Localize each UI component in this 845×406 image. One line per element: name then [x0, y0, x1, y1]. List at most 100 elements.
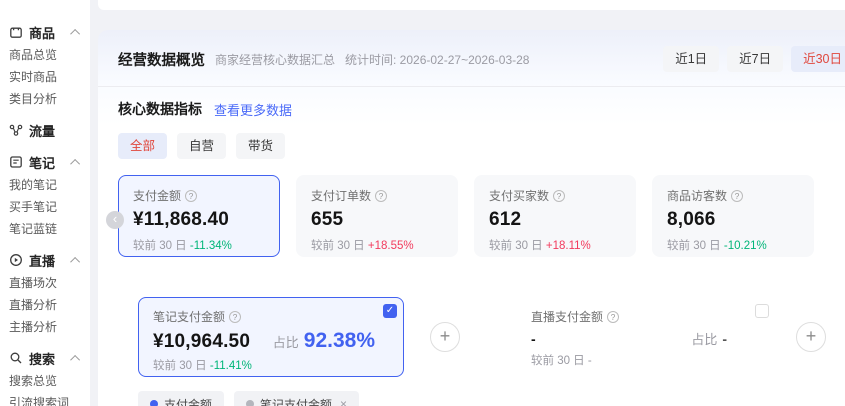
notes-icon — [9, 155, 24, 170]
collapse-icon[interactable] — [70, 28, 80, 38]
metric-label: 支付买家数 — [489, 187, 549, 204]
legend-chip-payment-amount[interactable]: 支付金额 — [138, 391, 224, 406]
sidebar-item-category-analysis[interactable]: 类目分析 — [9, 88, 90, 110]
metric-value: ¥10,964.50 — [153, 331, 250, 353]
help-icon[interactable]: ? — [553, 190, 565, 202]
sidebar-section-live[interactable]: 直播 — [9, 248, 90, 272]
sidebar-item-live-sessions[interactable]: 直播场次 — [9, 272, 90, 294]
compare-label: 较前 30 日 — [531, 355, 585, 367]
checkbox-unchecked[interactable] — [755, 304, 769, 318]
tab-affiliate[interactable]: 带货 — [236, 133, 285, 159]
sidebar-item-realtime-goods[interactable]: 实时商品 — [9, 66, 90, 88]
add-metric-button[interactable]: + — [796, 322, 826, 352]
delta-value: +18.55% — [368, 240, 414, 252]
scope-tabs: 全部 自营 带货 — [118, 133, 845, 159]
overview-panel: 经营数据概览 商家经营核心数据汇总 统计时间: 2026-02-27~2026-… — [98, 30, 845, 406]
live-icon — [9, 253, 24, 268]
tab-all[interactable]: 全部 — [118, 133, 167, 159]
search-section-icon — [9, 351, 24, 366]
help-icon[interactable]: ? — [229, 311, 241, 323]
metric-value: ¥11,868.40 — [133, 209, 265, 231]
page-title: 经营数据概览 — [118, 49, 205, 70]
stat-time: 统计时间: 2026-02-27~2026-03-28 — [345, 51, 529, 68]
metric-value: 8,066 — [667, 209, 799, 231]
sidebar-item-my-notes[interactable]: 我的笔记 — [9, 174, 90, 196]
compare-label: 较前 30 日 — [153, 360, 207, 372]
sidebar-item-live-analysis[interactable]: 直播分析 — [9, 294, 90, 316]
more-data-link[interactable]: 查看更多数据 — [214, 100, 292, 119]
range-30d-button[interactable]: 近30日 — [791, 46, 845, 72]
tab-self-operated[interactable]: 自营 — [177, 133, 226, 159]
delta-value: -11.34% — [190, 240, 232, 252]
sidebar-section-label: 搜索 — [29, 349, 55, 368]
breakdown-row: ✓ 笔记支付金额? ¥10,964.50 占比 92.38% 较前 30 日 -… — [138, 297, 845, 377]
compare-label: 较前 30 日 — [489, 240, 543, 252]
metric-card-order-count[interactable]: 支付订单数? 655 较前 30 日 +18.55% — [296, 175, 458, 257]
sidebar-item-buyer-notes[interactable]: 买手笔记 — [9, 196, 90, 218]
metric-value: - — [531, 331, 536, 347]
traffic-icon — [9, 123, 24, 138]
goods-icon — [9, 25, 24, 40]
sidebar-section-traffic[interactable]: 流量 — [9, 118, 90, 142]
ratio-value: 92.38% — [304, 329, 375, 353]
delta-value: +18.11% — [546, 240, 591, 252]
ratio-value: - — [722, 331, 727, 347]
section-title: 核心数据指标 — [118, 99, 202, 119]
date-range-group: 近1日 近7日 近30日 — [663, 46, 845, 72]
sidebar-section-notes[interactable]: 笔记 — [9, 150, 90, 174]
help-icon[interactable]: ? — [375, 190, 387, 202]
sidebar-section-label: 笔记 — [29, 153, 55, 172]
sidebar-section-label: 流量 — [29, 121, 55, 140]
merchant-dashboard: 商品 商品总览 实时商品 类目分析 流量 笔记 我的笔记 买手笔记 笔记蓝链 直… — [0, 0, 845, 406]
metric-label: 笔记支付金额 — [153, 308, 225, 325]
panel-header: 经营数据概览 商家经营核心数据汇总 统计时间: 2026-02-27~2026-… — [98, 30, 845, 73]
metric-card-payment-amount[interactable]: 支付金额? ¥11,868.40 较前 30 日 -11.34% — [118, 175, 280, 257]
sidebar-item-search-keywords[interactable]: 引流搜索词 — [9, 392, 90, 406]
help-icon[interactable]: ? — [731, 190, 743, 202]
range-1d-button[interactable]: 近1日 — [663, 46, 719, 72]
sidebar-section-label: 商品 — [29, 23, 55, 42]
legend-dot-blue — [150, 400, 158, 406]
metric-label: 直播支付金额 — [531, 308, 603, 325]
compare-label: 较前 30 日 — [133, 240, 187, 252]
checkbox-checked[interactable]: ✓ — [383, 304, 397, 318]
sidebar-item-goods-overview[interactable]: 商品总览 — [9, 44, 90, 66]
sidebar-item-search-overview[interactable]: 搜索总览 — [9, 370, 90, 392]
sidebar-item-note-links[interactable]: 笔记蓝链 — [9, 218, 90, 240]
collapse-icon[interactable] — [70, 158, 80, 168]
close-icon[interactable]: × — [340, 397, 347, 406]
divider — [98, 86, 845, 87]
metric-cards-row: ‹ 支付金额? ¥11,868.40 较前 30 日 -11.34% 支付订单数… — [118, 175, 845, 257]
collapse-icon[interactable] — [70, 354, 80, 364]
metric-value: 655 — [311, 209, 443, 231]
legend-dot-gray — [246, 400, 254, 406]
sidebar-section-goods[interactable]: 商品 — [9, 20, 90, 44]
range-7d-button[interactable]: 近7日 — [727, 46, 783, 72]
compare-label: 较前 30 日 — [667, 240, 721, 252]
chart-legend: 支付金额 笔记支付金额 × — [138, 391, 845, 406]
main-area: 经营数据概览 商家经营核心数据汇总 统计时间: 2026-02-27~2026-… — [90, 0, 845, 406]
help-icon[interactable]: ? — [185, 190, 197, 202]
legend-label: 支付金额 — [164, 396, 212, 406]
metric-card-visitor-count[interactable]: 商品访客数? 8,066 较前 30 日 -10.21% — [652, 175, 814, 257]
chevron-left-icon: ‹ — [113, 211, 117, 226]
core-indicators-header: 核心数据指标 查看更多数据 — [118, 99, 845, 119]
collapse-icon[interactable] — [70, 256, 80, 266]
sidebar-section-label: 直播 — [29, 251, 55, 270]
ratio-label: 占比 — [691, 329, 717, 348]
metric-card-buyer-count[interactable]: 支付买家数? 612 较前 30 日 +18.11% — [474, 175, 636, 257]
add-metric-button[interactable]: + — [430, 322, 460, 352]
breakdown-card-live-payment[interactable]: 直播支付金额? - 占比 - 较前 30 日 - — [516, 297, 796, 377]
help-icon[interactable]: ? — [607, 311, 619, 323]
sidebar-item-host-analysis[interactable]: 主播分析 — [9, 316, 90, 338]
delta-value: -11.41% — [210, 360, 252, 372]
breakdown-card-note-payment[interactable]: ✓ 笔记支付金额? ¥10,964.50 占比 92.38% 较前 30 日 -… — [138, 297, 404, 377]
sidebar-section-search[interactable]: 搜索 — [9, 346, 90, 370]
previous-panel-edge — [98, 0, 845, 10]
compare-label: 较前 30 日 — [311, 240, 365, 252]
metric-value: 612 — [489, 209, 621, 231]
carousel-prev-button[interactable]: ‹ — [106, 211, 124, 229]
legend-label: 笔记支付金额 — [260, 396, 332, 406]
legend-chip-note-payment[interactable]: 笔记支付金额 × — [234, 391, 359, 406]
metric-label: 商品访客数 — [667, 187, 727, 204]
